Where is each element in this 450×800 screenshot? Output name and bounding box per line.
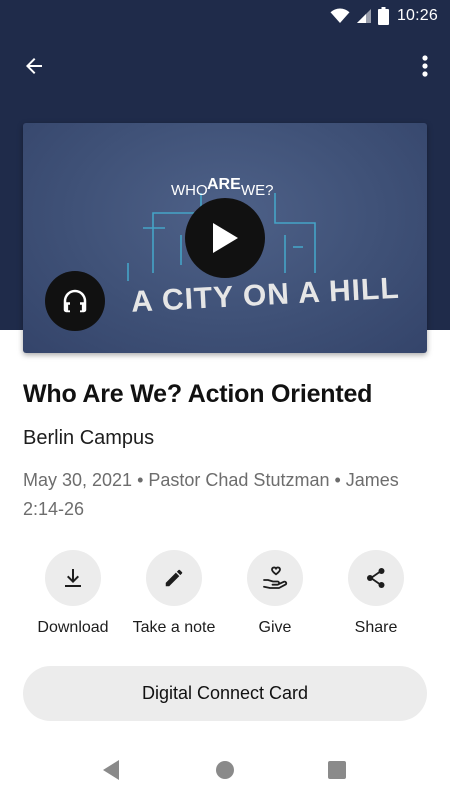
nav-back-icon[interactable] <box>101 758 121 782</box>
cellular-signal-icon <box>356 9 371 23</box>
give-circle <box>247 550 303 606</box>
headphones-icon <box>63 289 87 313</box>
top-app-bar <box>0 40 450 90</box>
system-navigation-bar <box>0 744 450 800</box>
battery-icon <box>377 7 389 25</box>
wifi-icon <box>330 8 350 23</box>
share-icon <box>367 568 385 588</box>
back-button[interactable] <box>14 46 54 86</box>
share-button[interactable]: Share <box>326 550 426 637</box>
digital-connect-card-label: Digital Connect Card <box>141 683 309 703</box>
give-heart-hand-icon <box>263 566 288 589</box>
play-icon <box>213 223 238 253</box>
nav-home-icon[interactable] <box>216 761 234 779</box>
download-circle <box>45 550 101 606</box>
status-bar: 10:26 <box>0 0 450 32</box>
take-a-note-label: Take a note <box>132 619 216 636</box>
sermon-campus: Berlin Campus <box>23 427 155 449</box>
more-options-button[interactable] <box>410 46 440 86</box>
status-icons <box>330 7 389 25</box>
status-time: 10:26 <box>396 7 438 24</box>
share-circle <box>348 550 404 606</box>
take-a-note-button[interactable]: Take a note <box>124 550 224 637</box>
more-vertical-icon <box>422 55 428 77</box>
artwork-headline-text: A CITY ON A HILL <box>130 272 400 319</box>
download-icon <box>65 569 81 587</box>
download-button[interactable]: Download <box>23 550 123 637</box>
play-button[interactable] <box>185 198 265 278</box>
artwork-who-text: WHO <box>171 182 208 199</box>
artwork-we-text: WE? <box>241 182 274 199</box>
artwork-are-text: ARE <box>207 176 241 193</box>
listen-audio-button[interactable] <box>45 271 105 331</box>
arrow-left-icon <box>26 58 42 74</box>
give-button[interactable]: Give <box>225 550 325 637</box>
sermon-meta: May 30, 2021 • Pastor Chad Stutzman • Ja… <box>23 470 399 519</box>
action-row: Download Take a note Give Share <box>23 550 427 645</box>
digital-connect-card-button[interactable]: Digital Connect Card <box>23 666 427 721</box>
sermon-title: Who Are We? Action Oriented <box>23 380 373 408</box>
take-a-note-circle <box>146 550 202 606</box>
share-label: Share <box>354 619 398 636</box>
pencil-icon <box>165 569 183 587</box>
give-label: Give <box>258 619 292 636</box>
download-label: Download <box>37 619 109 636</box>
nav-recents-icon[interactable] <box>328 761 346 779</box>
